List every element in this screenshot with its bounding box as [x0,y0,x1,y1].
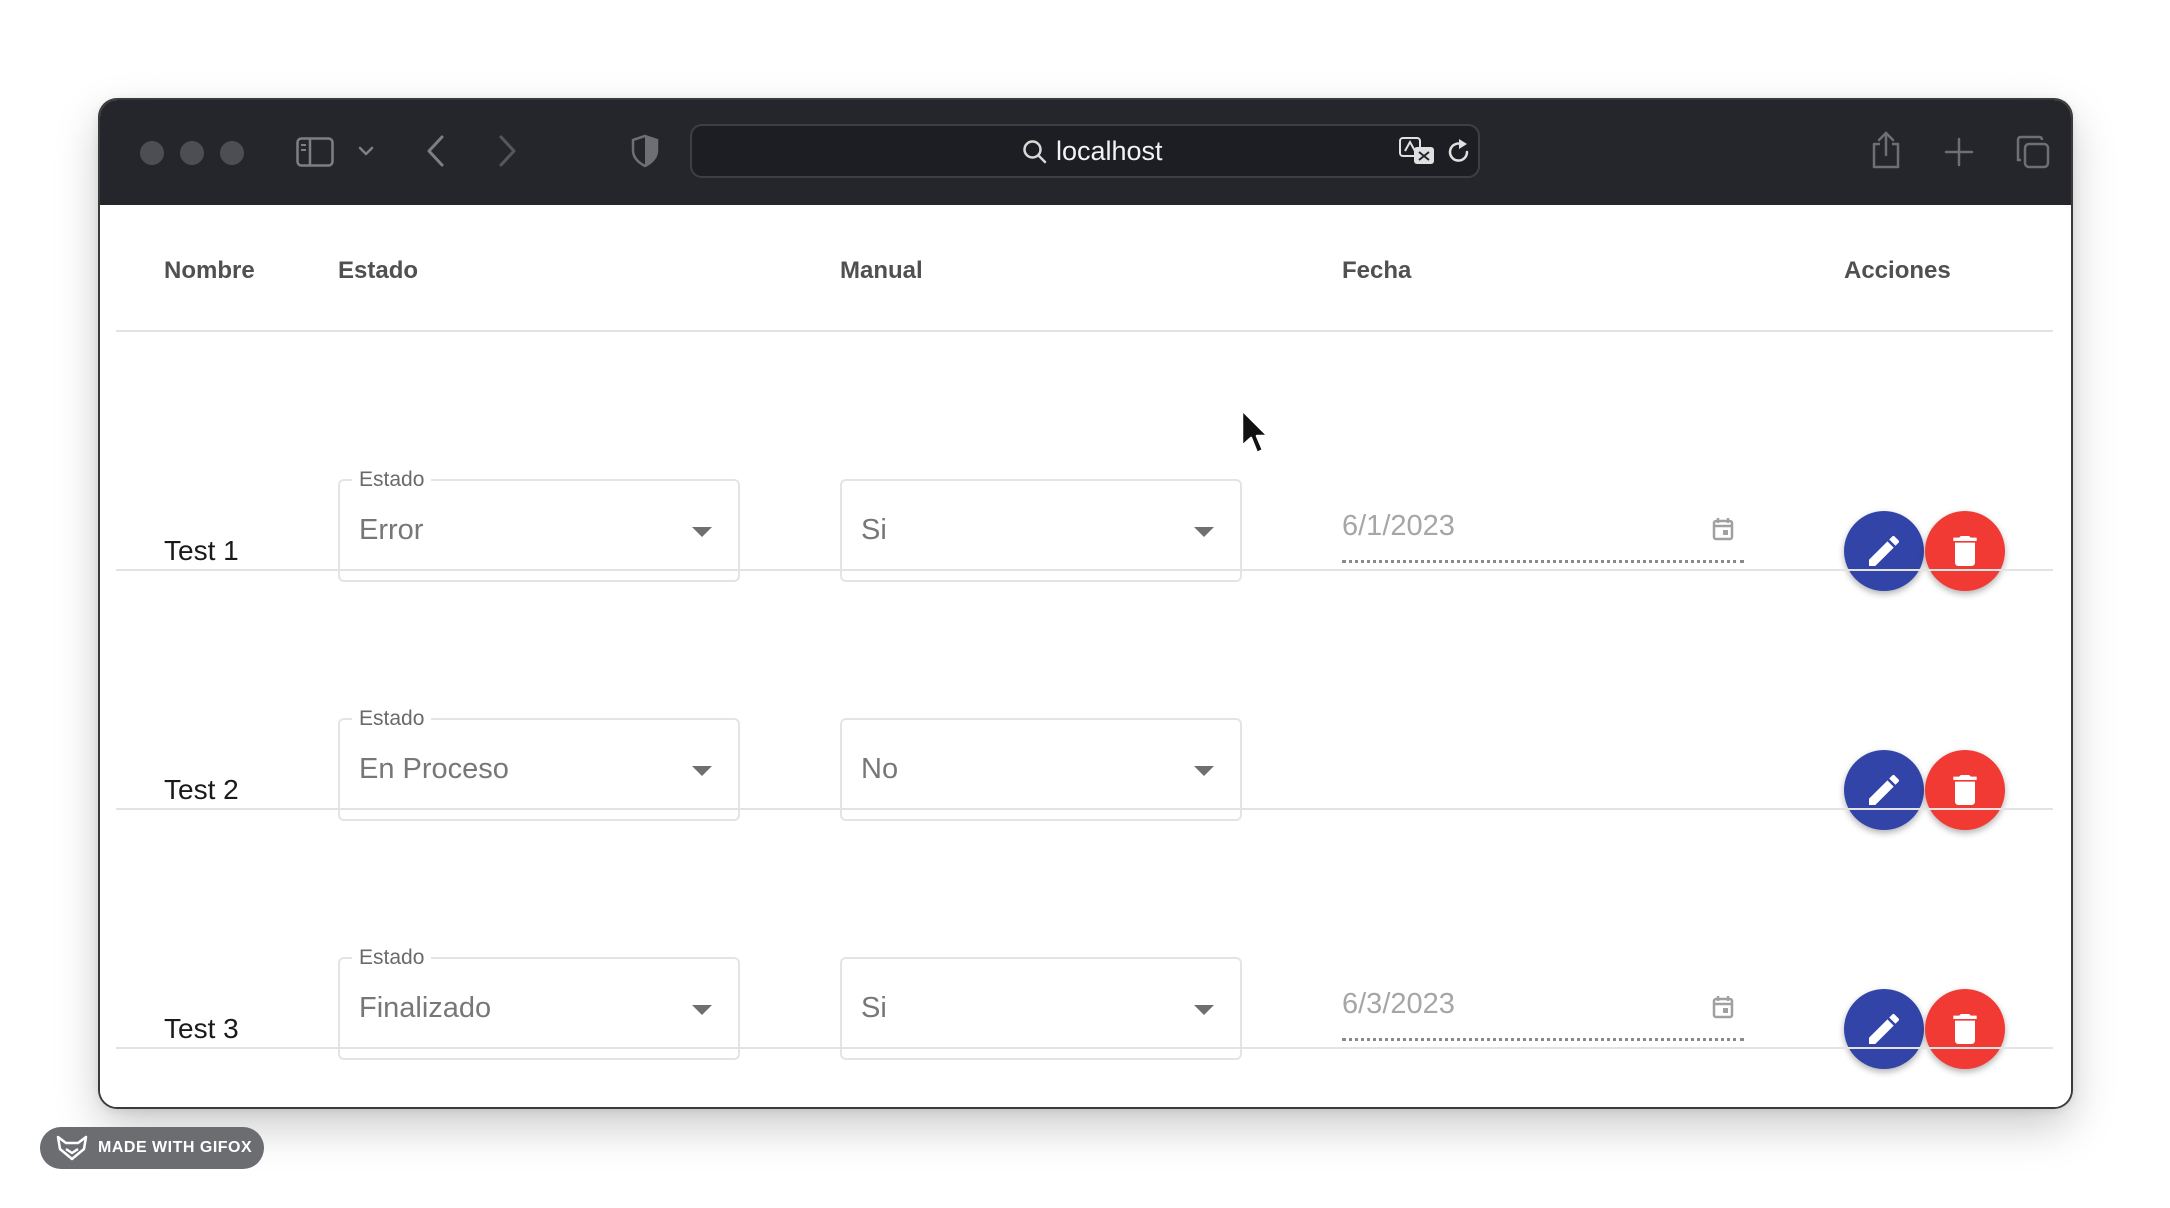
row-name: Test 3 [164,1013,239,1044]
status-select[interactable]: Estado Error [338,467,740,582]
calendar-icon[interactable] [1712,517,1734,541]
status-select-value: Error [359,514,424,546]
page-content: Nombre Estado Manual Fecha Acciones Test… [100,205,2071,1107]
manual-select-value: Si [861,992,887,1024]
calendar-icon[interactable] [1712,995,1734,1019]
pencil-icon [1869,1013,1900,1044]
fox-logo-icon [56,1135,88,1161]
forward-icon[interactable] [496,134,518,168]
row-divider [116,1047,2053,1049]
delete-button[interactable] [1925,989,2005,1069]
url-text: localhost [1056,136,1163,166]
gifox-label: MADE WITH GIFOX [98,1139,253,1156]
pencil-icon [1869,774,1900,805]
dropdown-arrow-icon [692,1005,712,1015]
column-header-actions: Acciones [1844,257,1951,284]
row-divider [116,569,2053,571]
browser-toolbar: localhost [100,100,2071,205]
shield-icon[interactable] [630,134,660,168]
manual-select[interactable]: Si [840,957,1242,1060]
translate-icon[interactable] [1398,136,1436,166]
mouse-cursor-icon [1240,408,1270,455]
row-name: Test 1 [164,535,239,566]
browser-window: localhost Nombre Estado Manual Fecha Acc… [100,100,2071,1107]
reload-icon[interactable] [1446,138,1472,166]
delete-button[interactable] [1925,750,2005,830]
share-icon[interactable] [1870,129,1902,171]
column-header-manual: Manual [840,257,923,284]
dropdown-arrow-icon [1194,1005,1214,1015]
status-select-value: En Proceso [359,753,509,785]
date-field[interactable]: 6/3/2023 [1342,978,1744,1041]
dropdown-arrow-icon [1194,766,1214,776]
column-header-name: Nombre [164,257,255,284]
manual-select[interactable]: Si [840,479,1242,582]
close-window-button[interactable] [140,141,164,165]
chevron-down-icon[interactable] [358,145,374,157]
pencil-icon [1869,535,1900,566]
back-icon[interactable] [425,134,447,168]
tabs-icon[interactable] [2015,134,2051,170]
edit-button[interactable] [1844,750,1924,830]
date-field-value: 6/1/2023 [1342,510,1455,542]
zoom-window-button[interactable] [220,141,244,165]
trash-icon [1953,1014,1977,1044]
edit-button[interactable] [1844,511,1924,591]
status-select[interactable]: Estado En Proceso [338,706,740,821]
delete-button[interactable] [1925,511,2005,591]
trash-icon [1953,536,1977,566]
column-header-date: Fecha [1342,257,1412,284]
manual-select-value: Si [861,514,887,546]
gifox-watermark: MADE WITH GIFOX [40,1127,264,1169]
status-select-value: Finalizado [359,992,492,1024]
date-field[interactable]: 6/1/2023 [1342,500,1744,563]
search-icon [1023,140,1047,164]
manual-select[interactable]: No [840,718,1242,821]
row-divider [116,808,2053,810]
edit-button[interactable] [1844,989,1924,1069]
trash-icon [1953,775,1977,805]
date-field-value: 6/3/2023 [1342,988,1455,1020]
header-divider [116,330,2053,332]
minimize-window-button[interactable] [180,141,204,165]
address-bar[interactable]: localhost [690,124,1480,178]
dropdown-arrow-icon [692,766,712,776]
dropdown-arrow-icon [1194,527,1214,537]
sidebar-icon[interactable] [296,137,334,167]
dropdown-arrow-icon [692,527,712,537]
manual-select-value: No [861,753,899,785]
row-name: Test 2 [164,774,239,805]
column-header-status: Estado [338,257,419,284]
plus-icon[interactable] [1944,137,1974,167]
status-select[interactable]: Estado Finalizado [338,945,740,1060]
